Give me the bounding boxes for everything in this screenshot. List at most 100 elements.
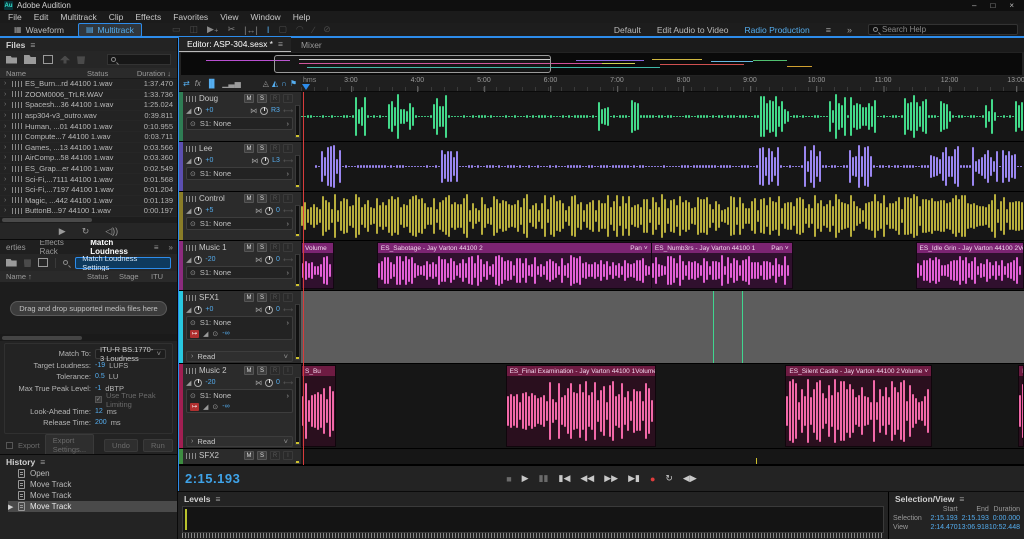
metronome-icon[interactable]: ▁▃▅ bbox=[222, 79, 240, 88]
clip-header[interactable]: ES_Idle Grin - Jay Varton 44100 2Volu˅ bbox=[917, 243, 1023, 253]
workspace-menu-icon[interactable]: ≡ bbox=[826, 25, 831, 35]
track-name[interactable]: Music 1 bbox=[199, 243, 241, 252]
files-hscrollbar[interactable] bbox=[0, 217, 177, 223]
clip-header[interactable]: ES_Numb3rs - Jay Varton 44100 1Pan˅ bbox=[652, 243, 792, 253]
clip-header[interactable]: ES_Final Examination - Jay Varton 44100 … bbox=[507, 366, 655, 376]
new-item-icon[interactable] bbox=[43, 55, 53, 64]
current-time-display[interactable]: 2:15.193 bbox=[185, 471, 240, 486]
menu-clip[interactable]: Clip bbox=[109, 12, 124, 22]
fast-forward-button[interactable]: ▶▶ bbox=[604, 473, 618, 484]
ml-col-stage[interactable]: Stage bbox=[119, 272, 151, 281]
ml-field-value[interactable]: 0.5 bbox=[95, 373, 105, 380]
mute-button[interactable]: M bbox=[244, 243, 254, 252]
ml-field-value[interactable]: -19 bbox=[95, 362, 105, 369]
solo-button[interactable]: S bbox=[257, 243, 267, 252]
volume-knob[interactable] bbox=[194, 107, 202, 115]
playhead-cap[interactable] bbox=[302, 84, 310, 90]
waveform-mode-button[interactable]: ▦ Waveform bbox=[6, 23, 72, 37]
solo-button[interactable]: S bbox=[257, 94, 267, 103]
volume-value[interactable]: +5 bbox=[205, 207, 213, 214]
track-lane[interactable] bbox=[301, 92, 1024, 141]
mixer-tab[interactable]: Mixer bbox=[291, 38, 332, 52]
close-button[interactable]: × bbox=[1009, 1, 1014, 10]
solo-button[interactable]: S bbox=[257, 451, 267, 460]
expand-icon[interactable]: › bbox=[4, 186, 9, 193]
track-header[interactable]: LeeMSRI◢+0⋈L3⟷⊙S1: None› bbox=[183, 142, 301, 191]
expand-icon[interactable]: › bbox=[4, 165, 9, 172]
expand-icon[interactable]: › bbox=[4, 91, 9, 98]
menu-favorites[interactable]: Favorites bbox=[173, 12, 208, 22]
play-button[interactable]: ▶ bbox=[522, 473, 529, 484]
arm-record-button[interactable]: R bbox=[270, 144, 280, 153]
menu-window[interactable]: Window bbox=[250, 12, 280, 22]
arm-record-button[interactable]: R bbox=[270, 451, 280, 460]
volume-value[interactable]: +0 bbox=[205, 107, 213, 114]
monitor-input-button[interactable]: I bbox=[283, 366, 293, 375]
editor-tab[interactable]: Editor: ASP-304.sesx * ≡ bbox=[179, 37, 291, 52]
pause-button[interactable]: ▮▮ bbox=[539, 473, 549, 484]
selview-start-value[interactable]: 2:15.193 bbox=[929, 515, 958, 522]
files-col-status[interactable]: Status bbox=[87, 69, 125, 78]
menu-effects[interactable]: Effects bbox=[135, 12, 161, 22]
menu-view[interactable]: View bbox=[220, 12, 238, 22]
audio-clip[interactable]: ES_Final Examination - Jay Varton 44100 … bbox=[506, 365, 656, 447]
send-power-icon[interactable]: ⊙ bbox=[190, 319, 196, 327]
lasso-tool-icon[interactable]: ◠ bbox=[296, 24, 304, 35]
maximize-button[interactable]: □ bbox=[990, 1, 995, 10]
clip-header[interactable]: ES_Silent Castle - Jay Varton 44100 2Vol… bbox=[786, 366, 931, 376]
mute-button[interactable]: M bbox=[244, 451, 254, 460]
menu-file[interactable]: File bbox=[8, 12, 22, 22]
audio-clip[interactable]: ES_Silent Castle - Jay Varton 44100 2Vol… bbox=[785, 365, 932, 447]
ml-scan-icon[interactable] bbox=[63, 260, 68, 265]
file-row[interactable]: ›ES_Burn...rd 44100 1.wav1:37.470 bbox=[0, 79, 177, 90]
selview-start-value[interactable]: 2:14.470 bbox=[929, 524, 958, 531]
send-row[interactable]: ⊙S1: None› bbox=[190, 218, 289, 229]
pan-knob[interactable] bbox=[265, 306, 273, 314]
audio-clip[interactable]: Volume bbox=[301, 242, 334, 289]
mute-button[interactable]: M bbox=[244, 94, 254, 103]
automation-mode-select[interactable]: ›Read˅ bbox=[186, 436, 293, 447]
multitrack-mode-button[interactable]: ▤ Multitrack bbox=[78, 23, 142, 37]
monitor-input-button[interactable]: I bbox=[283, 293, 293, 302]
arm-record-button[interactable]: R bbox=[270, 366, 280, 375]
match-to-select[interactable]: ITU-R BS.1770-3 Loudness˅ bbox=[95, 349, 166, 359]
pan-knob[interactable] bbox=[261, 157, 269, 165]
ml-col-name[interactable]: Name ↑ bbox=[6, 272, 87, 281]
track-name[interactable]: SFX2 bbox=[199, 451, 241, 460]
file-row[interactable]: ›asp304-v3_outro.wav0:39.811 bbox=[0, 111, 177, 122]
audio-clip[interactable]: ES_Idle Grin - Jay Varton 44100 2Volu˅ bbox=[916, 242, 1024, 289]
send-row[interactable]: ⊙S1: None› bbox=[190, 390, 289, 401]
volume-value[interactable]: -20 bbox=[205, 379, 215, 386]
solo-button[interactable]: S bbox=[257, 194, 267, 203]
send-power-icon[interactable]: ⊙ bbox=[190, 170, 196, 178]
ml-panel-menu-icon[interactable]: ≡ bbox=[154, 243, 159, 252]
volume-knob[interactable] bbox=[194, 207, 202, 215]
eraser-tool-icon[interactable]: ⊘ bbox=[323, 24, 331, 35]
workspace-overflow-icon[interactable]: » bbox=[847, 25, 852, 35]
solo-button[interactable]: S bbox=[257, 144, 267, 153]
pan-value[interactable]: R3 bbox=[271, 107, 280, 114]
time-ruler[interactable]: hms 3:004:005:006:007:008:009:0010:0011:… bbox=[301, 76, 1024, 91]
track-name[interactable]: SFX1 bbox=[199, 293, 241, 302]
file-row[interactable]: ›Sci-Fi,...7111 44100 1.wav0:01.568 bbox=[0, 174, 177, 185]
clip-envelope-select[interactable]: Pan˅ bbox=[630, 245, 647, 252]
rewind-button[interactable]: ◀◀ bbox=[580, 473, 594, 484]
fx-icon[interactable]: fx bbox=[195, 79, 201, 88]
skip-end-button[interactable]: ▶▮ bbox=[628, 473, 640, 484]
crossfade-icon[interactable]: ⇄ bbox=[183, 79, 190, 88]
file-row[interactable]: ›Human, ...01 44100 1.wav0:10.955 bbox=[0, 121, 177, 132]
preview-loop-icon[interactable]: ↻ bbox=[82, 226, 90, 237]
track-lane[interactable] bbox=[301, 142, 1024, 191]
clip-envelope-select[interactable]: Pan˅ bbox=[771, 245, 788, 252]
skip-start-button[interactable]: ▮◀ bbox=[559, 473, 571, 484]
solo-button[interactable]: S bbox=[257, 366, 267, 375]
monitor-input-button[interactable]: I bbox=[283, 144, 293, 153]
track-lane[interactable] bbox=[301, 449, 1024, 464]
file-row[interactable]: ›Spacesh...36 44100 1.wav1:25.024 bbox=[0, 100, 177, 111]
pan-value[interactable]: 0 bbox=[276, 256, 280, 263]
send-row[interactable]: ⊙S1: None› bbox=[190, 168, 289, 179]
file-row[interactable]: ›Sci-Fi,...7197 44100 1.wav0:01.204 bbox=[0, 185, 177, 196]
undo-button[interactable]: Undo bbox=[104, 439, 138, 452]
selview-duration-value[interactable]: 0:00.000 bbox=[989, 515, 1020, 522]
workspace-edit-audio-to-video[interactable]: Edit Audio to Video bbox=[657, 25, 729, 35]
